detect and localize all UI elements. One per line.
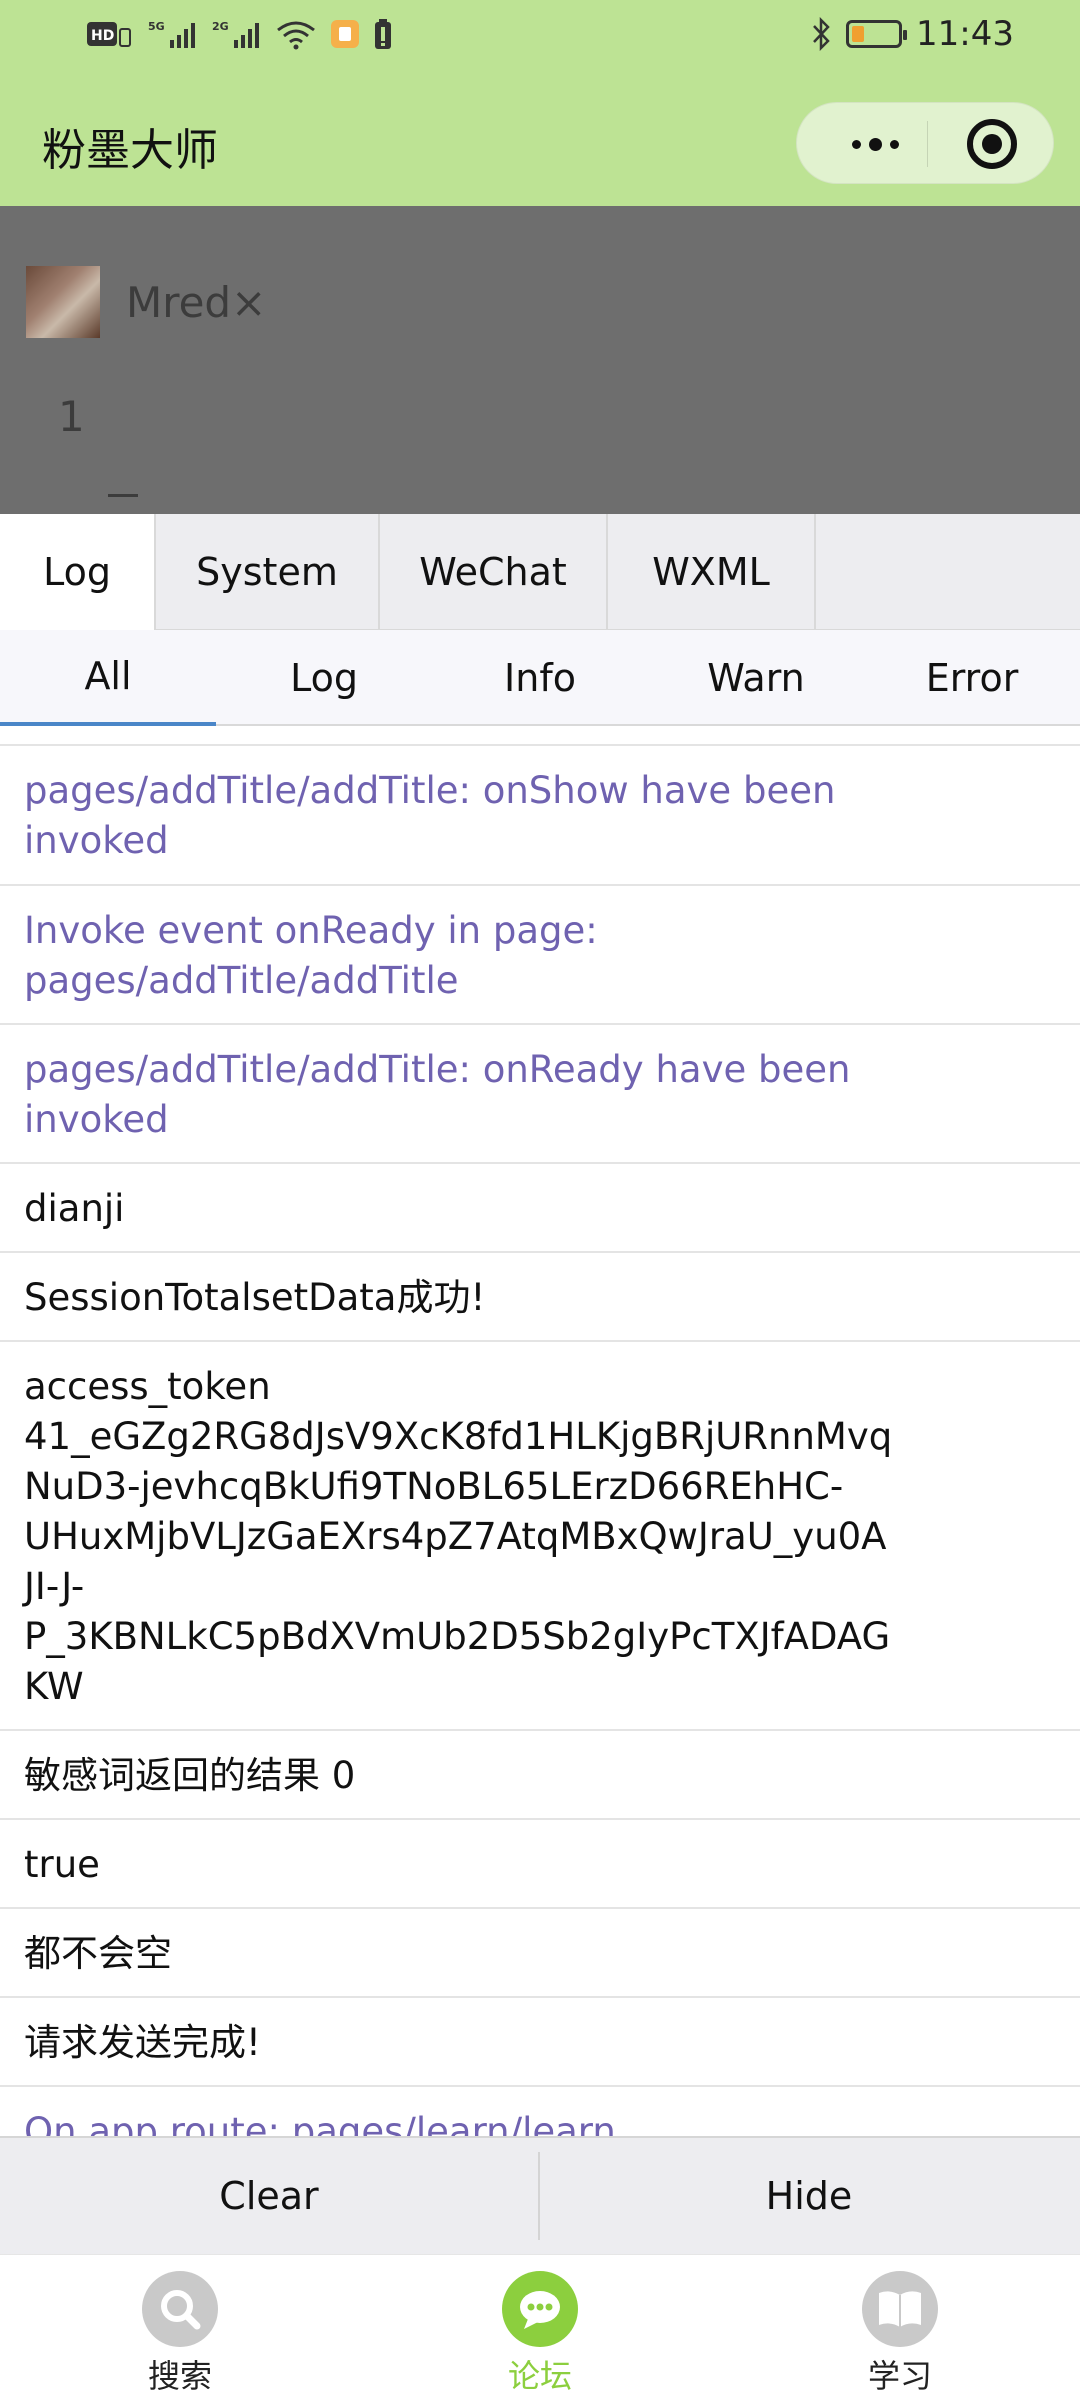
log-item: true bbox=[0, 1820, 1080, 1909]
log-text: Invoke event onReady in page: pages/addT… bbox=[24, 909, 598, 1002]
log-item: pages/addTitle/addTitle: onReady have be… bbox=[0, 1025, 1080, 1164]
log-text: pages/addTitle/addTitle: onReady have be… bbox=[24, 1048, 851, 1141]
avatar bbox=[26, 266, 100, 338]
app-header: 粉墨大师 bbox=[0, 80, 1080, 206]
chat-icon bbox=[502, 2271, 578, 2347]
page-content-overlay: Mred× 1 bbox=[0, 206, 1080, 514]
tab-system[interactable]: System bbox=[156, 514, 380, 630]
subtab-log[interactable]: Log bbox=[216, 630, 432, 726]
log-list[interactable]: pages/addTitle/addTitle: onShow have bee… bbox=[0, 726, 1080, 2136]
status-bar: HD 5G 2G 11:43 bbox=[0, 0, 1080, 80]
log-item: pages/addTitle/addTitle: onShow have bee… bbox=[0, 746, 1080, 886]
log-item: On app route: pages/learn/learn bbox=[0, 2087, 1080, 2136]
search-icon bbox=[142, 2271, 218, 2347]
subtab-error[interactable]: Error bbox=[864, 630, 1080, 726]
log-text: true bbox=[24, 1843, 100, 1886]
tab-learn[interactable]: 学习 bbox=[840, 2271, 960, 2395]
tab-label: 论坛 bbox=[507, 2357, 572, 2395]
status-time: 11:43 bbox=[916, 14, 1014, 54]
log-item: 都不会空 bbox=[0, 1909, 1080, 1998]
vconsole-tabs: Log System WeChat WXML bbox=[0, 514, 1080, 630]
log-text: 请求发送完成! bbox=[24, 2021, 261, 2064]
status-right: 11:43 bbox=[810, 14, 1014, 54]
page-title: 粉墨大师 bbox=[42, 125, 218, 176]
log-item-partial bbox=[0, 726, 1080, 746]
tab-forum[interactable]: 论坛 bbox=[480, 2271, 600, 2395]
log-text: 都不会空 bbox=[24, 1932, 172, 1975]
tab-wxml[interactable]: WXML bbox=[608, 514, 816, 630]
log-text: SessionTotalsetData成功! bbox=[24, 1276, 486, 1319]
subtab-all[interactable]: All bbox=[0, 630, 216, 726]
hd-icon: HD bbox=[87, 22, 131, 47]
username: Mred× bbox=[126, 278, 267, 327]
subtab-info[interactable]: Info bbox=[432, 630, 648, 726]
log-item: 请求发送完成! bbox=[0, 1998, 1080, 2087]
svg-text:2G: 2G bbox=[212, 20, 229, 33]
target-close-icon[interactable] bbox=[967, 119, 1017, 169]
log-item: dianji bbox=[0, 1164, 1080, 1253]
battery-icon bbox=[846, 20, 908, 48]
clear-button[interactable]: Clear bbox=[0, 2138, 538, 2254]
tab-wechat[interactable]: WeChat bbox=[380, 514, 608, 630]
book-icon bbox=[862, 2271, 938, 2347]
signal-4g-icon: 2G bbox=[212, 20, 259, 48]
status-left-icons: HD 5G 2G bbox=[86, 18, 392, 50]
bottom-tab-bar: 搜索 论坛 学习 bbox=[0, 2254, 1080, 2400]
notification-icon bbox=[331, 20, 359, 48]
tab-search[interactable]: 搜索 bbox=[120, 2271, 240, 2395]
vconsole-footer: Clear Hide bbox=[0, 2136, 1080, 2254]
log-text: dianji bbox=[24, 1187, 125, 1230]
app-screen: HD 5G 2G 11:43 粉墨大师 Mred× 1 Log System W… bbox=[0, 0, 1080, 2400]
log-item: Invoke event onReady in page: pages/addT… bbox=[0, 886, 1080, 1025]
bluetooth-icon bbox=[813, 17, 830, 51]
svg-text:HD: HD bbox=[91, 28, 114, 44]
menu-capsule bbox=[796, 102, 1054, 184]
log-text: access_token 41_eGZg2RG8dJsV9XcK8fd1HLKj… bbox=[24, 1365, 893, 1708]
battery-saver-icon bbox=[375, 19, 391, 49]
log-text: On app route: pages/learn/learn bbox=[24, 2110, 616, 2136]
dash-divider bbox=[108, 494, 138, 497]
log-item: 敏感词返回的结果 0 bbox=[0, 1731, 1080, 1820]
more-dots-icon[interactable] bbox=[827, 103, 923, 185]
tab-label: 学习 bbox=[867, 2357, 932, 2395]
log-text: pages/addTitle/addTitle: onShow have bee… bbox=[24, 769, 836, 862]
signal-5g-icon: 5G bbox=[148, 20, 195, 48]
post-number: 1 bbox=[58, 392, 85, 441]
tab-label: 搜索 bbox=[147, 2357, 212, 2395]
svg-text:5G: 5G bbox=[148, 20, 165, 33]
log-text: 敏感词返回的结果 0 bbox=[24, 1754, 356, 1797]
hide-button[interactable]: Hide bbox=[540, 2138, 1078, 2254]
subtab-warn[interactable]: Warn bbox=[648, 630, 864, 726]
wifi-icon bbox=[277, 21, 315, 50]
vconsole-subtabs: All Log Info Warn Error bbox=[0, 630, 1080, 726]
log-item: SessionTotalsetData成功! bbox=[0, 1253, 1080, 1342]
capsule-divider bbox=[927, 121, 928, 167]
log-item: access_token 41_eGZg2RG8dJsV9XcK8fd1HLKj… bbox=[0, 1342, 1080, 1731]
tab-log[interactable]: Log bbox=[0, 514, 156, 630]
